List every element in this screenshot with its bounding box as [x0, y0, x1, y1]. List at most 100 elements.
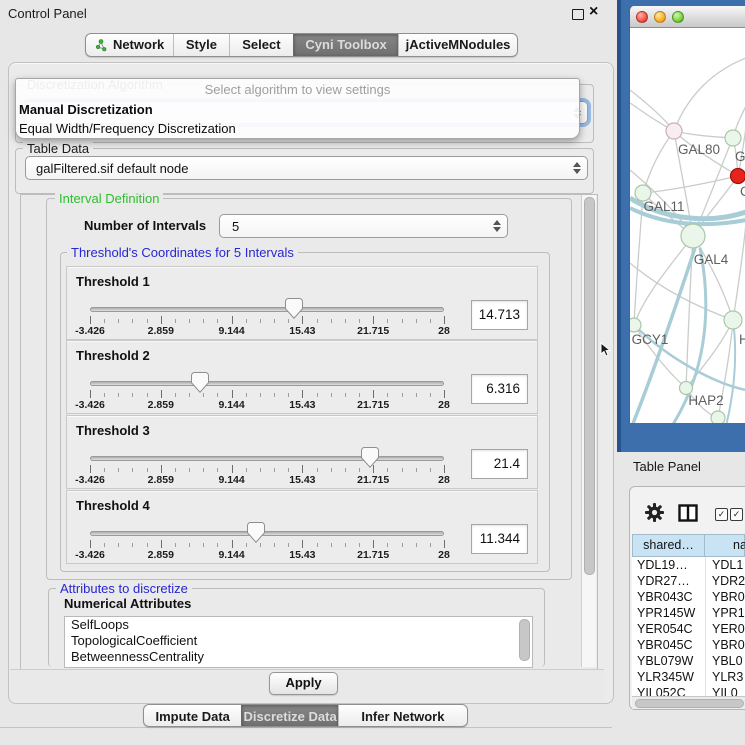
list-item[interactable]: TopologicalCoefficient: [65, 633, 532, 649]
slider-tick: [387, 543, 388, 547]
popup-option-manual[interactable]: Manual Discretization: [16, 100, 579, 119]
slider-ticks: [90, 390, 444, 399]
cell-name[interactable]: YDR2: [706, 573, 745, 589]
slider-tick: [175, 543, 176, 547]
slider-axis-labels: -3.4262.8599.14415.4321.71528: [90, 325, 444, 337]
network-node[interactable]: [630, 318, 641, 332]
slider-track[interactable]: [90, 531, 444, 536]
threshold-value-field[interactable]: 11.344: [471, 524, 528, 554]
threshold-value-field[interactable]: 14.713: [471, 300, 528, 330]
column-selector-icon[interactable]: [678, 504, 698, 522]
cell-name[interactable]: YBR0: [706, 637, 745, 653]
threshold-value-field[interactable]: 21.4: [471, 449, 528, 479]
cell-shared-name[interactable]: YBR045C: [632, 637, 706, 653]
list-item[interactable]: SelfLoops: [65, 617, 532, 633]
network-edge: [630, 90, 674, 131]
slider-track[interactable]: [90, 307, 444, 312]
table-row[interactable]: YLR345WYLR3: [632, 669, 745, 685]
scrollbar-thumb[interactable]: [635, 699, 744, 708]
threshold-value-field[interactable]: 6.316: [471, 374, 528, 404]
table-row[interactable]: YPR145WYPR1: [632, 605, 745, 621]
num-intervals-combobox[interactable]: 5: [219, 214, 508, 238]
cell-name[interactable]: YIL0: [706, 685, 738, 696]
table-row[interactable]: YIL052CYIL0: [632, 685, 745, 696]
network-node[interactable]: [731, 169, 745, 184]
slider-tick: [317, 543, 318, 547]
vertical-scrollbar[interactable]: [581, 195, 596, 667]
apply-button[interactable]: Apply: [269, 672, 338, 695]
attributes-group-title: Attributes to discretize: [56, 581, 192, 596]
node-label: GAL11: [643, 199, 684, 214]
slider-track[interactable]: [90, 381, 444, 386]
slider-tick: [203, 319, 204, 323]
minimize-traffic-light-icon[interactable]: [654, 11, 666, 23]
table-row[interactable]: YDR27…YDR2: [632, 573, 745, 589]
checkbox-icon[interactable]: ✓: [730, 508, 743, 521]
cell-name[interactable]: YPR1: [706, 605, 745, 621]
close-icon[interactable]: ×: [589, 4, 598, 20]
network-node[interactable]: [725, 130, 741, 146]
cell-shared-name[interactable]: YER054C: [632, 621, 706, 637]
axis-tick-label: 21.715: [357, 474, 389, 486]
cell-shared-name[interactable]: YIL052C: [632, 685, 706, 696]
slider-tick: [345, 319, 346, 323]
cell-shared-name[interactable]: YLR345W: [632, 669, 706, 685]
network-node[interactable]: [666, 123, 682, 139]
table-row[interactable]: YER054CYER0: [632, 621, 745, 637]
network-node[interactable]: [681, 224, 705, 248]
zoom-traffic-light-icon[interactable]: [672, 11, 684, 23]
close-traffic-light-icon[interactable]: [636, 11, 648, 23]
cell-name[interactable]: YBL0: [706, 653, 743, 669]
axis-tick-label: -3.426: [75, 399, 105, 411]
table-data-combobox[interactable]: galFiltered.sif default node: [25, 156, 588, 180]
list-item[interactable]: BetweennessCentrality: [65, 649, 532, 665]
network-window-titlebar[interactable]: [630, 6, 745, 28]
float-window-icon[interactable]: [572, 9, 584, 20]
attributes-list[interactable]: SelfLoops TopologicalCoefficient Between…: [64, 616, 533, 668]
slider-tick: [260, 393, 261, 397]
column-header-shared-name[interactable]: shared…: [632, 534, 705, 557]
tab-select[interactable]: Select: [229, 34, 293, 56]
horizontal-scrollbar[interactable]: [632, 696, 745, 709]
network-node[interactable]: [711, 411, 725, 423]
column-header-name[interactable]: na: [705, 534, 745, 557]
tab-style[interactable]: Style: [173, 34, 228, 56]
table-row[interactable]: YDL19…YDL1: [632, 557, 745, 573]
cell-name[interactable]: YBR0: [706, 589, 745, 605]
axis-tick-label: 9.144: [218, 474, 244, 486]
table-row[interactable]: YBR043CYBR0: [632, 589, 745, 605]
network-node[interactable]: [724, 311, 742, 329]
cell-shared-name[interactable]: YDL19…: [632, 557, 706, 573]
tab-network[interactable]: Network: [86, 34, 173, 56]
table-row[interactable]: YBR045CYBR0: [632, 637, 745, 653]
gear-icon[interactable]: [645, 503, 664, 522]
cell-shared-name[interactable]: YBR043C: [632, 589, 706, 605]
slider-tick: [331, 468, 332, 472]
cell-shared-name[interactable]: YBL079W: [632, 653, 706, 669]
slider-tick: [359, 319, 360, 323]
slider-tick: [402, 393, 403, 397]
axis-tick-label: -3.426: [75, 325, 105, 337]
tab-infer-network[interactable]: Infer Network: [338, 705, 467, 727]
slider-tick: [147, 543, 148, 547]
tab-impute-data[interactable]: Impute Data: [144, 705, 241, 727]
list-scrollbar-thumb[interactable]: [519, 619, 530, 661]
tab-discretize-data[interactable]: Discretize Data: [241, 705, 337, 727]
popup-option-equal-width[interactable]: Equal Width/Frequency Discretization: [16, 119, 579, 138]
cell-name[interactable]: YLR3: [706, 669, 743, 685]
network-edge: [674, 58, 745, 131]
checkbox-icon[interactable]: ✓: [715, 508, 728, 521]
cell-shared-name[interactable]: YDR27…: [632, 573, 706, 589]
cell-shared-name[interactable]: YPR145W: [632, 605, 706, 621]
slider-tick: [317, 468, 318, 472]
network-canvas[interactable]: GAL80GALCGAL11GAL4GCY1HHAP2: [630, 28, 745, 423]
table-row[interactable]: YBL079WYBL0: [632, 653, 745, 669]
tab-cyni-toolbox[interactable]: Cyni Toolbox: [293, 34, 398, 56]
cell-name[interactable]: YDL1: [706, 557, 743, 573]
slider-track[interactable]: [90, 456, 444, 461]
table-header: shared… na: [632, 534, 745, 557]
cell-name[interactable]: YER0: [706, 621, 745, 637]
scrollbar-thumb[interactable]: [584, 197, 595, 575]
tab-jactivemnodules[interactable]: jActiveMNodules: [398, 34, 517, 56]
slider-tick: [331, 543, 332, 547]
